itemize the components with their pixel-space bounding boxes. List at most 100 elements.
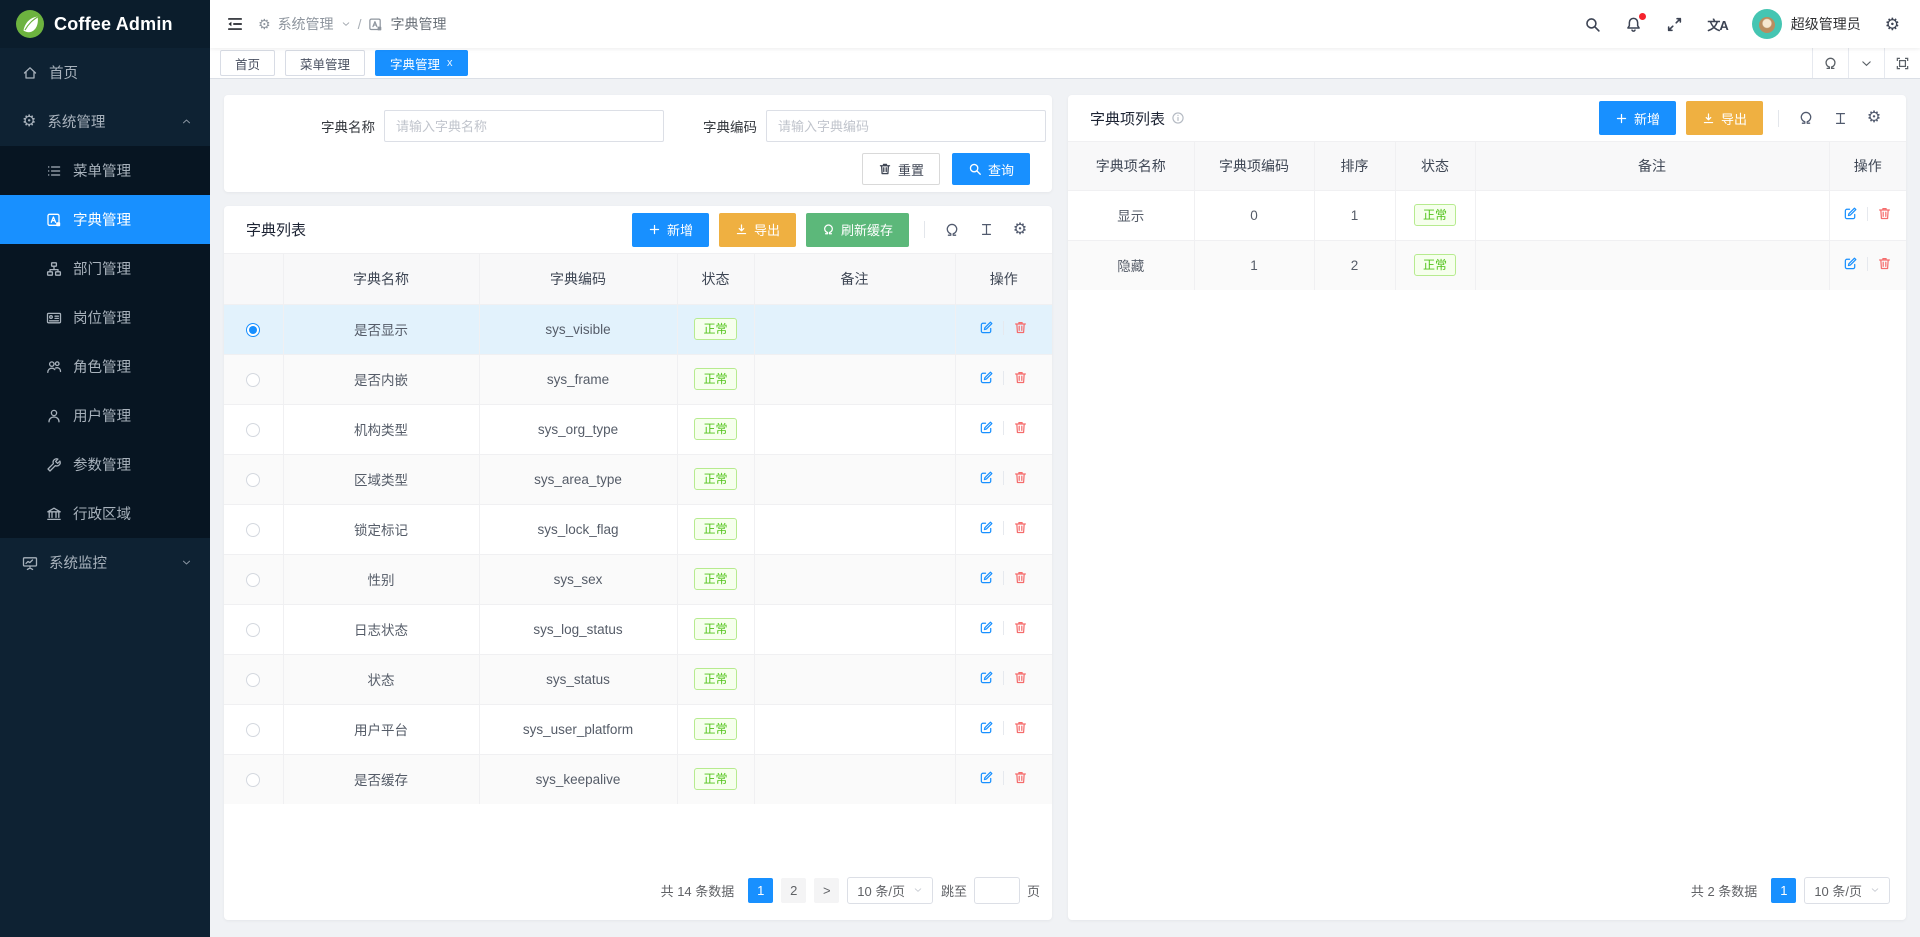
dict-name-input[interactable] (384, 110, 664, 142)
row-radio[interactable] (246, 673, 260, 687)
page-button-2[interactable]: 2 (781, 878, 806, 903)
table-settings-gear-icon[interactable] (1862, 110, 1886, 126)
delete-icon[interactable] (1013, 770, 1028, 785)
table-row[interactable]: 区域类型 sys_area_type 正常 (224, 454, 1052, 504)
edit-icon[interactable] (979, 670, 994, 685)
refresh-icon[interactable] (1812, 48, 1848, 78)
row-radio[interactable] (246, 573, 260, 587)
notification-bell-icon[interactable] (1625, 16, 1642, 33)
user-menu[interactable]: 超级管理员 (1752, 9, 1861, 39)
divider (1003, 521, 1004, 535)
delete-icon[interactable] (1013, 470, 1028, 485)
settings-gear-icon[interactable] (1885, 16, 1900, 33)
sidebar-item-region[interactable]: 行政区域 (0, 489, 210, 538)
sidebar-item-home[interactable]: 首页 (0, 48, 210, 97)
fullscreen-icon[interactable] (1666, 16, 1683, 33)
table-settings-gear-icon[interactable] (1008, 222, 1032, 238)
query-button[interactable]: 查询 (952, 153, 1030, 185)
refresh-icon[interactable] (940, 222, 964, 238)
dict-code-cell: sys_lock_flag (479, 504, 677, 554)
sidebar-item-user-mgmt[interactable]: 用户管理 (0, 391, 210, 440)
page-size-select[interactable]: 10 条/页 (847, 877, 933, 904)
status-badge: 正常 (694, 568, 736, 590)
table-row[interactable]: 隐藏 1 2 正常 (1068, 240, 1906, 290)
sidebar-group-monitor[interactable]: 系统监控 (0, 538, 210, 587)
refresh-cache-button[interactable]: 刷新缓存 (806, 213, 909, 247)
sidebar-item-dict-mgmt[interactable]: 字典管理 (0, 195, 210, 244)
table-row[interactable]: 用户平台 sys_user_platform 正常 (224, 704, 1052, 754)
edit-icon[interactable] (979, 570, 994, 585)
add-button[interactable]: 新增 (632, 213, 709, 247)
table-row[interactable]: 锁定标记 sys_lock_flag 正常 (224, 504, 1052, 554)
delete-icon[interactable] (1013, 720, 1028, 735)
page-size-select[interactable]: 10 条/页 (1804, 877, 1890, 904)
table-row[interactable]: 是否内嵌 sys_frame 正常 (224, 354, 1052, 404)
delete-icon[interactable] (1013, 520, 1028, 535)
sidebar-item-dept-mgmt[interactable]: 部门管理 (0, 244, 210, 293)
delete-icon[interactable] (1013, 370, 1028, 385)
delete-icon[interactable] (1013, 570, 1028, 585)
edit-icon[interactable] (979, 470, 994, 485)
breadcrumb-level1[interactable]: 系统管理 (278, 14, 334, 34)
export-button[interactable]: 导出 (719, 213, 796, 247)
page-button-1[interactable]: 1 (748, 878, 773, 903)
tab-dict-mgmt[interactable]: 字典管理 x (375, 50, 468, 76)
divider (1003, 621, 1004, 635)
row-radio[interactable] (246, 323, 260, 337)
delete-icon[interactable] (1877, 256, 1892, 271)
row-radio[interactable] (246, 523, 260, 537)
row-radio[interactable] (246, 773, 260, 787)
sidebar-item-post-mgmt[interactable]: 岗位管理 (0, 293, 210, 342)
row-radio[interactable] (246, 423, 260, 437)
edit-icon[interactable] (979, 620, 994, 635)
close-icon[interactable]: x (447, 57, 453, 69)
table-row[interactable]: 是否显示 sys_visible 正常 (224, 304, 1052, 354)
delete-icon[interactable] (1013, 670, 1028, 685)
edit-icon[interactable] (979, 520, 994, 535)
column-height-icon[interactable] (974, 222, 998, 237)
page-button-1[interactable]: 1 (1771, 878, 1796, 903)
export-items-button[interactable]: 导出 (1686, 101, 1763, 135)
sidebar-item-menu-mgmt[interactable]: 菜单管理 (0, 146, 210, 195)
dict-code-input[interactable] (766, 110, 1046, 142)
sidebar-item-label: 字典管理 (73, 209, 131, 230)
delete-icon[interactable] (1013, 420, 1028, 435)
edit-icon[interactable] (979, 370, 994, 385)
table-row[interactable]: 日志状态 sys_log_status 正常 (224, 604, 1052, 654)
chevron-down-icon[interactable] (1848, 48, 1884, 78)
column-height-icon[interactable] (1828, 111, 1852, 126)
search-icon[interactable] (1584, 16, 1601, 33)
table-row[interactable]: 机构类型 sys_org_type 正常 (224, 404, 1052, 454)
delete-icon[interactable] (1877, 206, 1892, 221)
tab-menu-mgmt[interactable]: 菜单管理 (285, 50, 365, 76)
edit-icon[interactable] (979, 720, 994, 735)
sidebar-group-system[interactable]: 系统管理 (0, 97, 210, 146)
edit-icon[interactable] (979, 320, 994, 335)
row-radio[interactable] (246, 373, 260, 387)
table-row[interactable]: 是否缓存 sys_keepalive 正常 (224, 754, 1052, 804)
reset-button[interactable]: 重置 (862, 153, 940, 185)
table-row[interactable]: 性别 sys_sex 正常 (224, 554, 1052, 604)
remark-cell (754, 504, 955, 554)
sidebar-item-param-mgmt[interactable]: 参数管理 (0, 440, 210, 489)
table-row[interactable]: 显示 0 1 正常 (1068, 190, 1906, 240)
menu-fold-icon[interactable] (226, 15, 244, 33)
delete-icon[interactable] (1013, 620, 1028, 635)
table-row[interactable]: 状态 sys_status 正常 (224, 654, 1052, 704)
translate-icon[interactable]: 文A (1707, 15, 1727, 34)
row-radio[interactable] (246, 473, 260, 487)
edit-icon[interactable] (1843, 256, 1858, 271)
row-radio[interactable] (246, 623, 260, 637)
jump-to-input[interactable] (974, 877, 1020, 904)
edit-icon[interactable] (1843, 206, 1858, 221)
edit-icon[interactable] (979, 420, 994, 435)
refresh-icon[interactable] (1794, 110, 1818, 126)
sidebar-item-role-mgmt[interactable]: 角色管理 (0, 342, 210, 391)
edit-icon[interactable] (979, 770, 994, 785)
delete-icon[interactable] (1013, 320, 1028, 335)
tab-home[interactable]: 首页 (220, 50, 275, 76)
next-page-button[interactable]: > (814, 878, 839, 903)
maximize-icon[interactable] (1884, 48, 1920, 78)
add-item-button[interactable]: 新增 (1599, 101, 1676, 135)
row-radio[interactable] (246, 723, 260, 737)
